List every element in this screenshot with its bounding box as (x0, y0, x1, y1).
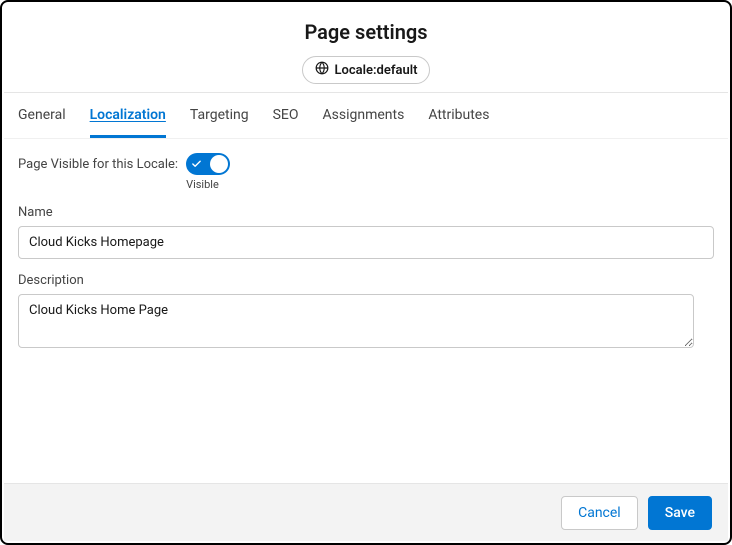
visibility-label: Page Visible for this Locale: (18, 153, 178, 172)
description-field-group: Description (18, 273, 714, 352)
modal-footer: Cancel Save (4, 483, 728, 541)
tabs-bar: General Localization Targeting SEO Assig… (4, 93, 728, 139)
visibility-toggle-wrap: Visible (186, 153, 230, 191)
visibility-toggle[interactable] (186, 153, 230, 175)
tab-seo[interactable]: SEO (273, 93, 299, 138)
description-input[interactable] (18, 294, 694, 348)
modal-header: Page settings Locale:default (2, 2, 730, 96)
name-field-group: Name (18, 205, 714, 259)
save-button[interactable]: Save (648, 496, 712, 530)
name-input[interactable] (18, 226, 714, 259)
locale-chip[interactable]: Locale:default (302, 56, 431, 84)
visibility-state: Visible (186, 178, 219, 191)
check-icon (191, 159, 202, 170)
tab-assignments[interactable]: Assignments (322, 93, 404, 138)
form-area: Page Visible for this Locale: Visible Na… (4, 139, 728, 380)
cancel-button[interactable]: Cancel (561, 496, 638, 530)
page-title: Page settings (2, 20, 730, 44)
locale-label: Locale:default (335, 63, 418, 78)
visibility-row: Page Visible for this Locale: Visible (18, 153, 714, 191)
content-scroll[interactable]: General Localization Targeting SEO Assig… (4, 92, 728, 483)
globe-icon (315, 61, 329, 79)
name-label: Name (18, 205, 714, 220)
tab-targeting[interactable]: Targeting (190, 93, 249, 138)
toggle-knob (210, 155, 228, 173)
description-label: Description (18, 273, 714, 288)
tab-attributes[interactable]: Attributes (428, 93, 489, 138)
tab-general[interactable]: General (18, 93, 66, 138)
tab-localization[interactable]: Localization (90, 93, 166, 138)
